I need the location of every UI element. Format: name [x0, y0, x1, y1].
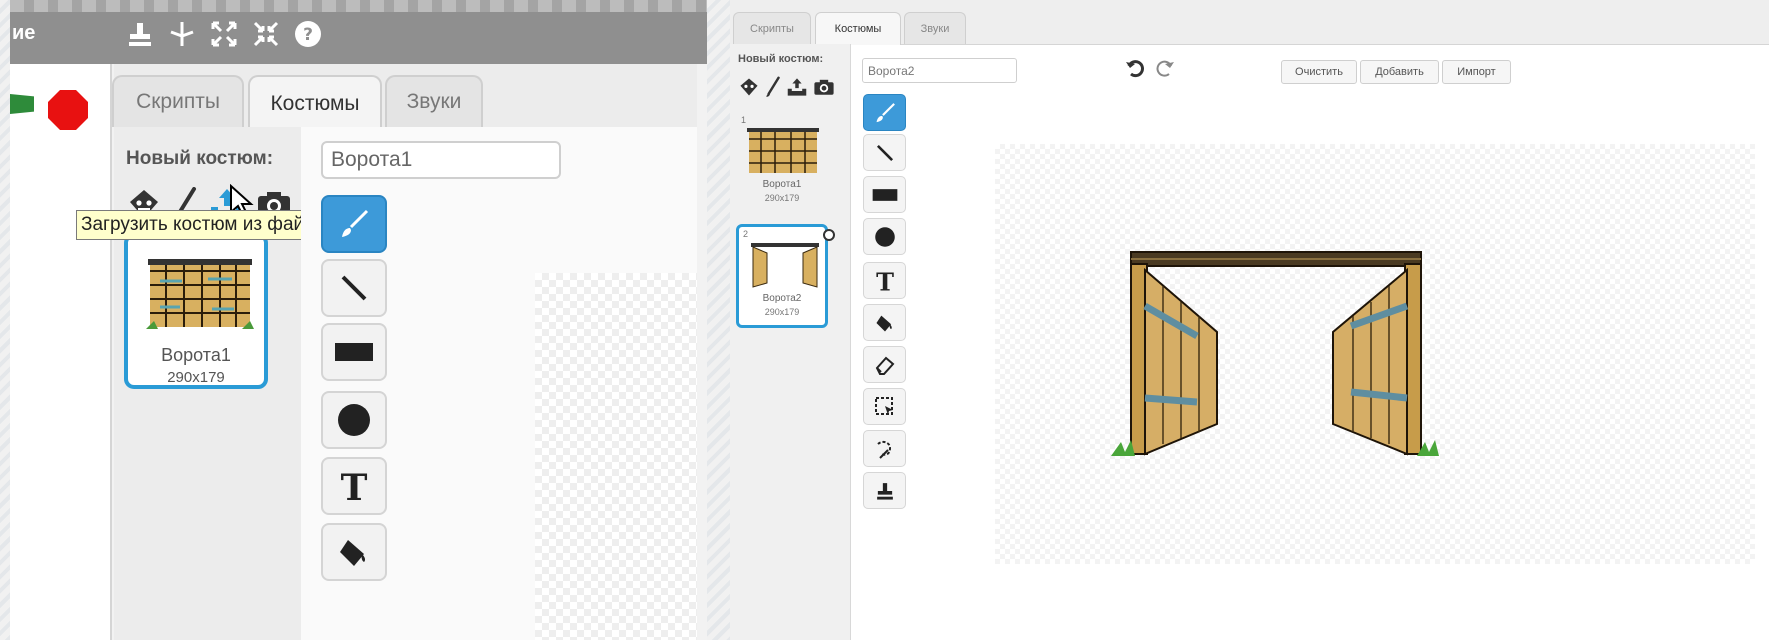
rectangle-tool[interactable] [321, 323, 387, 381]
line-icon [341, 275, 367, 301]
select-tool-right[interactable] [863, 388, 906, 425]
add-button[interactable]: Добавить [1360, 60, 1439, 84]
text-tool[interactable]: T [321, 457, 387, 515]
svg-text:T: T [876, 267, 894, 295]
undo-icon[interactable] [1125, 58, 1145, 78]
costume-size: 290x179 [764, 193, 800, 203]
tab-sounds-right[interactable]: Звуки [904, 12, 966, 44]
rectangle-icon [872, 188, 897, 201]
costume-name: Ворота1 [161, 345, 231, 365]
undo-redo-controls [1125, 58, 1175, 78]
brush-icon [342, 209, 369, 237]
svg-text:?: ? [303, 25, 313, 45]
tab-scripts[interactable]: Скрипты [112, 75, 244, 127]
new-costume-label-right: Новый костюм: [738, 53, 824, 65]
costume-index: 2 [743, 229, 749, 239]
select-remove-bg-tool-right[interactable] [863, 430, 906, 467]
costume-thumbnail-gate1 [747, 128, 819, 173]
clear-button[interactable]: Очистить [1281, 60, 1357, 84]
ellipse-tool[interactable] [321, 391, 387, 449]
magic-select-icon [876, 440, 891, 459]
upload-icon[interactable] [786, 77, 808, 97]
rectangle-icon [335, 343, 373, 361]
ellipse-icon [338, 404, 370, 436]
new-costume-label: Новый костюм: [126, 148, 274, 169]
toolbar-icons: ? [126, 14, 322, 54]
tab-costumes[interactable]: Костюмы [248, 75, 382, 131]
fill-tool[interactable] [321, 523, 387, 581]
costume-thumbnail-gate1 [146, 259, 254, 329]
brush-tool-right[interactable] [863, 94, 906, 131]
eraser-icon [875, 356, 894, 375]
brush-icon [876, 102, 895, 122]
costume-name-field-right[interactable] [862, 58, 1017, 83]
new-costume-icons-right [738, 76, 835, 98]
brush-tool[interactable] [321, 195, 387, 253]
open-gate-image [1111, 251, 1439, 456]
costume-size: 290x179 [167, 369, 225, 386]
ellipse-tool-right[interactable] [863, 218, 906, 255]
camera-icon[interactable] [813, 78, 835, 96]
line-tool[interactable] [321, 259, 387, 317]
green-flag-icon[interactable] [10, 94, 34, 114]
costume-name: Ворота1 [762, 179, 802, 190]
help-icon[interactable]: ? [294, 20, 322, 48]
stamp-icon [876, 482, 893, 500]
costume-thumbnail-gate2 [751, 243, 819, 288]
menu-strip [10, 0, 707, 12]
costume-name: Ворота2 [762, 293, 802, 304]
stage-area[interactable] [10, 64, 112, 640]
stamp-icon[interactable] [126, 20, 154, 48]
text-icon: T [341, 467, 368, 506]
line-tool-right[interactable] [863, 134, 906, 171]
tab-sounds[interactable]: Звуки [385, 75, 483, 127]
paint-canvas[interactable] [535, 273, 697, 640]
stop-sign-icon[interactable] [48, 90, 88, 130]
shrink-icon[interactable] [252, 20, 280, 48]
svg-text:T: T [341, 467, 368, 506]
eraser-tool-right[interactable] [863, 346, 906, 383]
text-icon: T [876, 267, 894, 295]
paint-icon[interactable] [765, 76, 781, 98]
select-icon [874, 396, 893, 415]
fill-bucket-icon [875, 315, 892, 332]
stamp-tool-right[interactable] [863, 472, 906, 509]
fill-bucket-icon [340, 540, 366, 566]
toolbar-title-fragment: ие [12, 22, 36, 44]
library-icon[interactable] [738, 77, 760, 97]
costume-index: 1 [741, 115, 747, 125]
grow-icon[interactable] [210, 20, 238, 48]
import-button[interactable]: Импорт [1442, 60, 1511, 84]
redo-icon[interactable] [1155, 58, 1175, 78]
costume-card-gate1[interactable]: Ворота1 290x179 [124, 233, 268, 389]
text-tool-right[interactable]: T [863, 262, 906, 299]
costume-size: 290x179 [764, 307, 800, 317]
costume-name-field[interactable] [321, 141, 561, 179]
tab-scripts-right[interactable]: Скрипты [733, 12, 811, 44]
rectangle-tool-right[interactable] [863, 176, 906, 213]
ellipse-icon [874, 226, 895, 247]
fill-tool-right[interactable] [863, 304, 906, 341]
cut-icon[interactable] [168, 20, 196, 48]
costume-card-gate2-right[interactable]: 2 Ворота2 290x179 [736, 224, 828, 328]
delete-costume-icon[interactable] [822, 228, 836, 242]
line-icon [876, 144, 893, 161]
costume-card-gate1-right[interactable]: 1 Ворота1 290x179 [736, 112, 828, 216]
tab-costumes-right[interactable]: Костюмы [815, 12, 901, 45]
